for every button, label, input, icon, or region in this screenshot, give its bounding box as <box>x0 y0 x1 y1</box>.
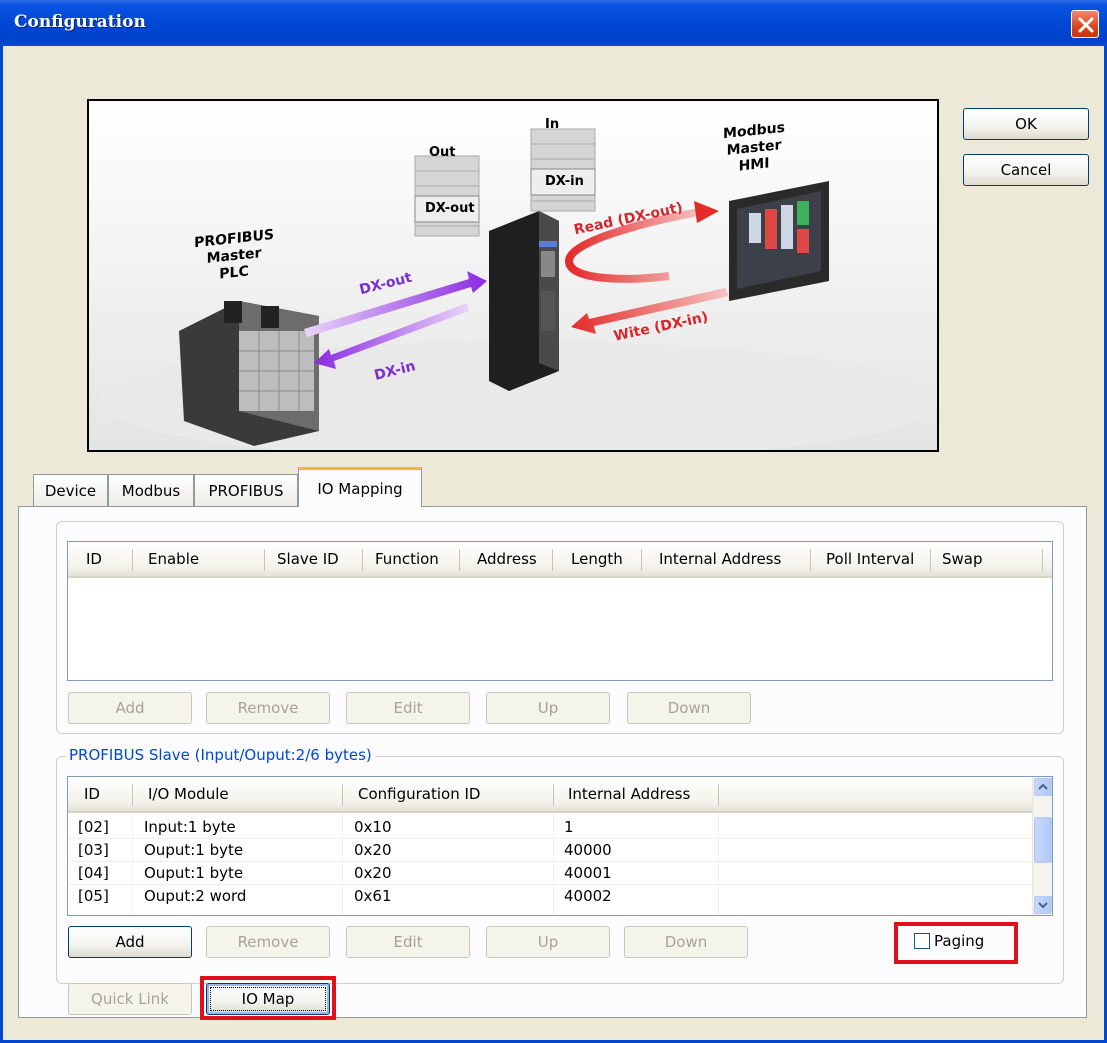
paging-checkbox-box[interactable] <box>914 933 930 949</box>
row-module: Ouput:1 byte <box>144 864 244 882</box>
row-module: Input:1 byte <box>144 818 236 836</box>
col-id[interactable]: ID <box>84 777 100 811</box>
modbus-down-button[interactable]: Down <box>627 692 751 724</box>
window-title: Configuration <box>14 12 146 32</box>
out-label: Out <box>429 145 456 160</box>
scroll-down-icon[interactable] <box>1034 896 1052 914</box>
col-swap[interactable]: Swap <box>942 542 983 576</box>
modbus-up-button[interactable]: Up <box>486 692 610 724</box>
io-map-button[interactable]: IO Map <box>206 983 330 1015</box>
col-slave-id[interactable]: Slave ID <box>277 542 339 576</box>
profibus-list-header: ID I/O Module Configuration ID Internal … <box>68 777 1034 813</box>
profibus-edit-button[interactable]: Edit <box>346 926 470 958</box>
row-id: [02] <box>78 818 109 836</box>
quick-link-button[interactable]: Quick Link <box>68 983 192 1015</box>
gateway-device-graphic <box>489 211 559 391</box>
row-config-id: 0x10 <box>354 818 392 836</box>
col-id[interactable]: ID <box>86 542 102 576</box>
profibus-module-list[interactable]: ID I/O Module Configuration ID Internal … <box>67 776 1053 916</box>
row-address: 1 <box>564 818 574 836</box>
col-enable[interactable]: Enable <box>148 542 199 576</box>
profibus-slave-group-title: PROFIBUS Slave (Input/Ouput:2/6 bytes) <box>66 746 375 764</box>
tab-device[interactable]: Device <box>33 474 108 507</box>
row-module: Ouput:1 byte <box>144 841 244 859</box>
plc-device-graphic <box>179 301 319 446</box>
in-label: In <box>545 117 560 132</box>
col-configuration-id[interactable]: Configuration ID <box>358 777 480 811</box>
hmi-label: Modbus Master HMI <box>723 119 785 175</box>
cancel-button[interactable]: Cancel <box>963 154 1089 186</box>
col-internal-address[interactable]: Internal Address <box>659 542 781 576</box>
profibus-remove-button[interactable]: Remove <box>206 926 330 958</box>
hmi-device-graphic <box>729 181 829 301</box>
col-poll-interval[interactable]: Poll Interval <box>826 542 914 576</box>
dx-out-box-graphic <box>414 155 480 237</box>
modbus-add-button[interactable]: Add <box>68 692 192 724</box>
vertical-scrollbar[interactable] <box>1032 777 1052 915</box>
dx-in-box-graphic <box>530 128 596 212</box>
tab-modbus[interactable]: Modbus <box>108 474 194 507</box>
row-config-id: 0x20 <box>354 841 392 859</box>
row-id: [03] <box>78 841 109 859</box>
col-length[interactable]: Length <box>571 542 623 576</box>
row-address: 40001 <box>564 864 612 882</box>
row-config-id: 0x20 <box>354 864 392 882</box>
plc-label: PROFIBUS Master PLC <box>194 226 274 283</box>
close-icon <box>1078 17 1094 33</box>
dx-in-box-label: DX-in <box>545 174 584 189</box>
profibus-up-button[interactable]: Up <box>486 926 610 958</box>
paging-checkbox[interactable]: Paging <box>914 932 984 950</box>
dx-out-box-label: DX-out <box>425 201 475 216</box>
tab-profibus[interactable]: PROFIBUS <box>194 474 298 507</box>
modbus-mapping-list[interactable]: ID Enable Slave ID Function Address Leng… <box>67 541 1053 681</box>
paging-label: Paging <box>934 932 985 950</box>
scroll-thumb[interactable] <box>1034 817 1052 863</box>
modbus-list-header: ID Enable Slave ID Function Address Leng… <box>68 542 1052 578</box>
row-config-id: 0x61 <box>354 887 392 905</box>
row-address: 40002 <box>564 887 612 905</box>
tab-io-mapping[interactable]: IO Mapping <box>298 467 422 507</box>
col-internal-address[interactable]: Internal Address <box>568 777 690 811</box>
close-button[interactable] <box>1071 10 1099 38</box>
row-address: 40000 <box>564 841 612 859</box>
title-bar: Configuration <box>0 0 1107 46</box>
col-io-module[interactable]: I/O Module <box>148 777 229 811</box>
modbus-remove-button[interactable]: Remove <box>206 692 330 724</box>
row-module: Ouput:2 word <box>144 887 247 905</box>
row-id: [04] <box>78 864 109 882</box>
profibus-down-button[interactable]: Down <box>624 926 748 958</box>
col-function[interactable]: Function <box>375 542 439 576</box>
row-id: [05] <box>78 887 109 905</box>
profibus-add-button[interactable]: Add <box>68 926 192 958</box>
scroll-up-icon[interactable] <box>1034 778 1052 796</box>
network-diagram-image: PROFIBUS Master PLC Modbus Master HMI Ou… <box>87 99 939 452</box>
col-address[interactable]: Address <box>477 542 537 576</box>
modbus-edit-button[interactable]: Edit <box>346 692 470 724</box>
ok-button[interactable]: OK <box>963 108 1089 140</box>
